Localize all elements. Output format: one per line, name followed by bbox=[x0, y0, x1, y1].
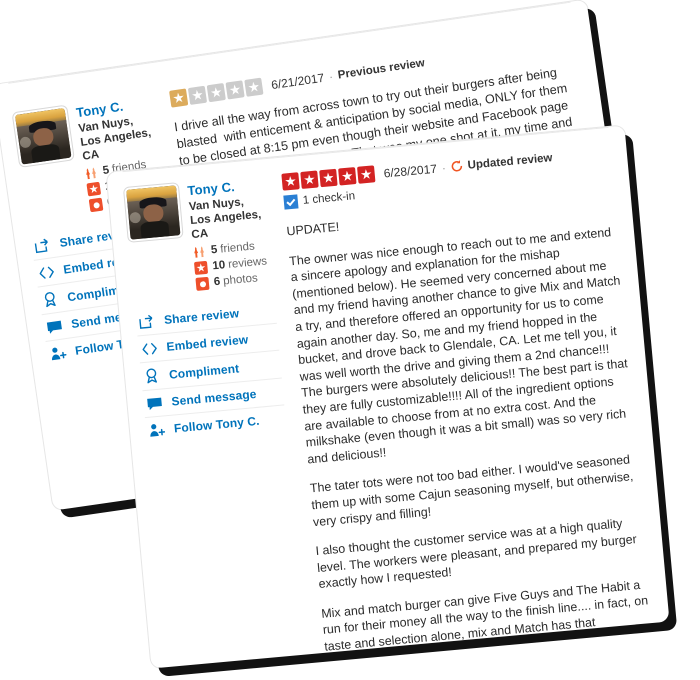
reviewer-header-updated: Tony C. Van Nuys, Los Angeles, CA 5 frie… bbox=[123, 175, 274, 297]
friends-count: 5 bbox=[210, 243, 218, 257]
compliment-ribbon-icon bbox=[142, 368, 160, 384]
updated-review-tag: Updated review bbox=[450, 151, 553, 173]
message-bubble-icon bbox=[145, 396, 163, 410]
review-paragraph: Mix and match burger can give Five Guys … bbox=[320, 577, 649, 669]
review-text-updated: UPDATE! The owner was nice enough to rea… bbox=[286, 194, 655, 669]
star-empty bbox=[225, 80, 245, 100]
embed-code-icon bbox=[140, 341, 158, 355]
star-filled bbox=[281, 172, 300, 191]
star-filled bbox=[169, 88, 189, 108]
embed-review-label: Embed review bbox=[165, 332, 249, 354]
star-empty bbox=[244, 77, 264, 97]
friends-icon bbox=[84, 166, 99, 181]
review-body-updated: Tony C. Van Nuys, Los Angeles, CA 5 frie… bbox=[107, 126, 670, 669]
star-filled bbox=[357, 165, 376, 184]
checkin-count: 1 check-in bbox=[302, 190, 356, 207]
star-filled bbox=[300, 170, 319, 189]
review-paragraph: The owner was nice enough to reach out t… bbox=[288, 224, 632, 467]
compliment-label: Compliment bbox=[168, 360, 240, 382]
share-icon bbox=[138, 314, 156, 329]
reviewer-meta-updated: Tony C. Van Nuys, Los Angeles, CA 5 frie… bbox=[178, 175, 274, 292]
photos-count: 6 bbox=[213, 275, 221, 289]
star-filled bbox=[319, 168, 338, 188]
follow-user-icon bbox=[48, 345, 67, 361]
star-filled bbox=[338, 167, 357, 186]
message-bubble-icon bbox=[45, 319, 64, 334]
follow-user-label: Follow Tony C. bbox=[173, 413, 261, 436]
separator: · bbox=[328, 68, 334, 84]
updated-review-tag-label: Updated review bbox=[467, 151, 553, 172]
updated-review-card[interactable]: Tony C. Van Nuys, Los Angeles, CA 5 frie… bbox=[106, 125, 670, 669]
reviews-count: 10 bbox=[211, 259, 226, 273]
star-empty bbox=[187, 85, 208, 105]
previous-review-tag-label: Previous review bbox=[337, 56, 426, 82]
review-date: 6/21/2017 bbox=[270, 70, 326, 92]
share-icon bbox=[33, 237, 52, 254]
reviewer-actions-updated: Share review Embed review Compliment Sen… bbox=[135, 297, 287, 445]
star-rating-updated bbox=[281, 165, 377, 191]
share-review-label: Share review bbox=[163, 306, 240, 327]
refresh-icon bbox=[450, 159, 464, 173]
reviewer-location: Van Nuys, Los Angeles, CA bbox=[77, 115, 152, 163]
reviews-icon bbox=[193, 260, 209, 275]
star-rating-previous bbox=[169, 77, 265, 108]
review-cards-stage: Tony C. Van Nuys, Los Angeles, CA 5 frie… bbox=[0, 0, 700, 680]
embed-code-icon bbox=[37, 265, 56, 280]
reviewer-location: Van Nuys, Los Angeles, CA bbox=[188, 196, 262, 242]
reviewer-stats: 5 friends 10 reviews 6 pho bbox=[192, 238, 273, 292]
compliment-ribbon-icon bbox=[41, 291, 60, 308]
previous-review-tag: Previous review bbox=[337, 57, 425, 81]
photos-icon bbox=[88, 197, 104, 213]
star-empty bbox=[206, 83, 226, 103]
review-date: 6/28/2017 bbox=[383, 161, 438, 180]
friends-icon bbox=[193, 245, 207, 259]
avatar[interactable] bbox=[123, 183, 183, 242]
send-message-label: Send message bbox=[170, 386, 258, 409]
follow-user-icon bbox=[147, 422, 165, 437]
review-content-updated: 6/28/2017 · Updated review 1 check-in UP… bbox=[273, 144, 654, 669]
avatar[interactable] bbox=[12, 105, 74, 167]
photos-icon bbox=[195, 276, 210, 291]
reviews-icon bbox=[86, 181, 102, 197]
photos-label: photos bbox=[222, 272, 259, 288]
checkin-badge-icon bbox=[283, 194, 299, 210]
separator: · bbox=[441, 160, 447, 175]
